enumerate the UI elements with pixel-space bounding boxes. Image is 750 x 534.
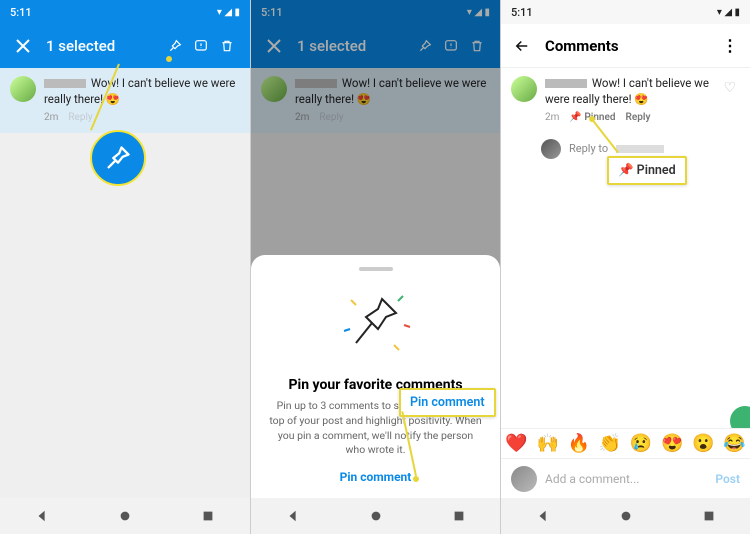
pin-bottom-sheet: Pin your favorite comments Pin up to 3 c… xyxy=(251,255,500,498)
selection-header: 1 selected xyxy=(251,24,500,68)
callout-pin-comment: Pin comment xyxy=(399,388,496,417)
username-redacted xyxy=(44,79,86,88)
my-avatar[interactable] xyxy=(511,466,537,492)
reply-avatar xyxy=(541,139,561,159)
comment-body: Wow! I can't believe we were really ther… xyxy=(295,76,490,125)
pin-icon[interactable] xyxy=(412,33,438,59)
nav-back-icon[interactable] xyxy=(35,509,49,523)
close-icon[interactable] xyxy=(261,33,287,59)
close-icon[interactable] xyxy=(10,33,36,59)
annotation-dot xyxy=(413,476,419,482)
emoji-heart[interactable]: ❤️ xyxy=(505,433,527,454)
report-icon[interactable] xyxy=(438,33,464,59)
comment-reply[interactable]: Reply xyxy=(68,111,92,125)
post-button[interactable]: Post xyxy=(715,472,740,486)
sheet-grabber[interactable] xyxy=(359,267,393,271)
comments-header: Comments ⋮ xyxy=(501,24,750,68)
nav-recent-icon[interactable] xyxy=(702,509,716,523)
nav-back-icon[interactable] xyxy=(536,509,550,523)
comment-body: Wow! I can't believe we were really ther… xyxy=(44,76,240,125)
more-icon[interactable]: ⋮ xyxy=(722,36,738,55)
panel-comments: 5:11 ▾ ◢ ▮ Comments ⋮ Wow! I can't belie… xyxy=(500,0,750,534)
avatar[interactable] xyxy=(10,76,36,102)
status-time: 5:11 xyxy=(10,6,217,19)
status-time: 5:11 xyxy=(261,6,467,19)
nav-home-icon[interactable] xyxy=(619,509,633,523)
selection-header: 1 selected xyxy=(0,24,250,68)
emoji-hands[interactable]: 🙌 xyxy=(536,433,558,454)
nav-recent-icon[interactable] xyxy=(452,509,466,523)
emoji-cry[interactable]: 😢 xyxy=(630,433,652,454)
emoji-wow[interactable]: 😮 xyxy=(692,433,714,454)
selection-title: 1 selected xyxy=(46,37,162,55)
like-icon[interactable]: ♡ xyxy=(719,76,740,125)
panel-bottomsheet: 5:11 ▾ ◢ ▮ 1 selected Wow! I can't belie… xyxy=(250,0,500,534)
comment-row[interactable]: Wow! I can't believe we were really ther… xyxy=(501,68,750,133)
nav-home-icon[interactable] xyxy=(369,509,383,523)
android-navbar xyxy=(0,498,250,534)
pin-illustration xyxy=(336,285,416,365)
status-bar: 5:11 ▾ ◢ ▮ xyxy=(501,0,750,24)
emoji-hearteyes[interactable]: 😍 xyxy=(661,433,683,454)
status-bar: 5:11 ▾ ◢ ▮ xyxy=(0,0,250,24)
status-icons: ▾ ◢ ▮ xyxy=(467,7,490,18)
nav-home-icon[interactable] xyxy=(118,509,132,523)
annotation-dot xyxy=(166,56,172,62)
emoji-clap[interactable]: 👏 xyxy=(599,433,621,454)
status-time: 5:11 xyxy=(511,6,717,19)
comment-reply[interactable]: Reply xyxy=(626,111,651,125)
emoji-quick-row: ❤️ 🙌 🔥 👏 😢 😍 😮 😂 xyxy=(501,428,750,458)
comment-input[interactable]: Add a comment... xyxy=(545,472,707,486)
pin-comment-button[interactable]: Pin comment xyxy=(269,470,482,484)
back-icon[interactable] xyxy=(513,37,531,55)
reply-target-redacted xyxy=(616,145,664,153)
selection-title: 1 selected xyxy=(297,37,412,55)
avatar[interactable] xyxy=(261,76,287,102)
pin-icon[interactable] xyxy=(162,33,188,59)
report-icon[interactable] xyxy=(188,33,214,59)
nav-back-icon[interactable] xyxy=(286,509,300,523)
comment-row[interactable]: Wow! I can't believe we were really ther… xyxy=(0,68,250,133)
avatar[interactable] xyxy=(511,76,537,102)
comment-reply[interactable]: Reply xyxy=(319,111,343,125)
reply-prefix: Reply to xyxy=(569,142,608,155)
comments-title: Comments xyxy=(545,37,708,55)
callout-pin-circle xyxy=(90,130,146,186)
comment-time: 2m xyxy=(545,111,559,125)
status-icons: ▾ ◢ ▮ xyxy=(217,7,240,18)
panel-selection: 5:11 ▾ ◢ ▮ 1 selected Wow! I can't belie… xyxy=(0,0,250,534)
trash-icon[interactable] xyxy=(214,33,240,59)
nav-recent-icon[interactable] xyxy=(201,509,215,523)
username-redacted xyxy=(545,79,587,88)
username-redacted xyxy=(295,79,337,88)
status-bar: 5:11 ▾ ◢ ▮ xyxy=(251,0,500,24)
comment-body: Wow! I can't believe we were really ther… xyxy=(545,76,711,125)
status-icons: ▾ ◢ ▮ xyxy=(717,7,740,18)
comment-row[interactable]: Wow! I can't believe we were really ther… xyxy=(251,68,500,133)
comment-time: 2m xyxy=(295,111,309,125)
emoji-fire[interactable]: 🔥 xyxy=(568,433,590,454)
android-navbar xyxy=(501,498,750,534)
android-navbar xyxy=(251,498,500,534)
emoji-laugh[interactable]: 😂 xyxy=(723,433,745,454)
comment-time: 2m xyxy=(44,111,58,125)
comment-input-row: Add a comment... Post xyxy=(501,458,750,498)
callout-pinned: 📌 Pinned xyxy=(607,156,687,185)
trash-icon[interactable] xyxy=(464,33,490,59)
